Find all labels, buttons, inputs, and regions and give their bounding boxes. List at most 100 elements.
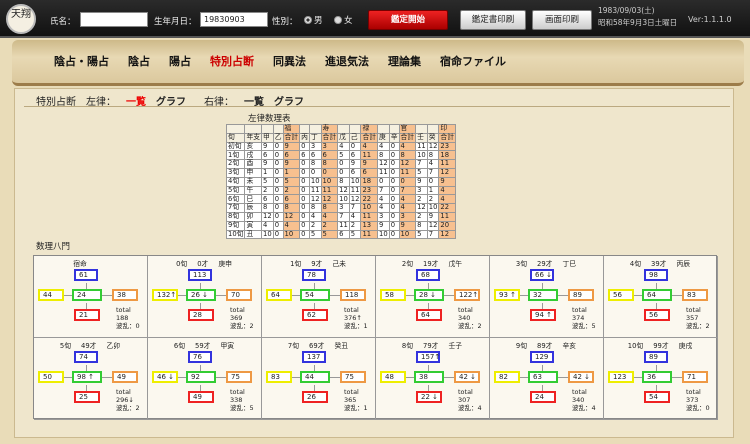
radio-male-dot[interactable] xyxy=(304,16,312,24)
connector-line xyxy=(672,377,682,378)
table-cell: 7 xyxy=(398,185,417,196)
stat-line: 波乱：0 xyxy=(116,322,140,330)
south-box: 22 ↓ xyxy=(416,391,442,403)
north-box: 129 xyxy=(530,351,554,363)
cell-stats: total 374 波乱：5 xyxy=(572,306,596,330)
table-cell: 2 xyxy=(415,211,428,222)
table-cell: 0 xyxy=(272,211,284,222)
table-cell: 12 xyxy=(337,185,350,196)
name-input[interactable] xyxy=(80,12,148,27)
table-header: 丙 xyxy=(299,132,310,143)
cell-header-part: 乙卯 xyxy=(106,342,121,350)
nav-item[interactable]: 進退気法 xyxy=(325,53,369,69)
table-header: 合計 xyxy=(320,132,339,143)
cell-stats: total 365 波乱：1 xyxy=(344,388,368,412)
table-cell: 2 xyxy=(348,220,362,231)
west-box: 83 xyxy=(266,371,292,383)
table-cell: 6 xyxy=(360,167,379,178)
stat-line: total xyxy=(458,306,473,314)
table-cell: 12 xyxy=(438,229,456,240)
nav-item[interactable]: 陰占 xyxy=(128,53,150,69)
nav-item[interactable]: 同異法 xyxy=(273,53,306,69)
center-box: 92 xyxy=(186,371,216,383)
yamon-cell: 4旬 39才 丙辰 98 56 64 83 56 total 357 波乱：2 xyxy=(604,256,718,338)
table-cell: 初旬 xyxy=(225,141,246,152)
table-cell: 0 xyxy=(272,176,284,187)
nav-item[interactable]: 陽占 xyxy=(169,53,191,69)
table-cell: 10 xyxy=(282,229,301,240)
connector-line xyxy=(634,295,642,296)
south-box: 21 xyxy=(74,309,100,321)
connector-line xyxy=(216,377,226,378)
table-cell: 11 xyxy=(398,167,417,178)
connector-line xyxy=(406,377,414,378)
south-box: 24 xyxy=(530,391,556,403)
center-box: 28 ↓ xyxy=(414,289,444,301)
radio-female-label: 女 xyxy=(344,16,353,26)
nav-item[interactable]: 理論集 xyxy=(388,53,421,69)
table-cell: 2 xyxy=(282,185,301,196)
stat-line: total xyxy=(458,388,473,396)
cell-header-part: 69才 xyxy=(309,342,325,350)
north-box: 61 xyxy=(74,269,98,281)
radio-male[interactable]: 男 xyxy=(304,14,323,26)
table-group-header xyxy=(348,124,362,134)
cell-header: 3旬 29才 丁巳 xyxy=(490,258,602,268)
table-row: 8旬卯 12 0 12 0 4 4 7 4 11 3 0 3 2 9 11 xyxy=(225,211,456,222)
table-cell: 0 xyxy=(299,185,310,196)
table-cell: 申 xyxy=(244,167,263,178)
start-reading-button[interactable]: 鑑定開始 xyxy=(368,10,448,30)
table-row: 3旬申 1 0 1 0 0 0 0 6 6 11 0 11 5 7 12 xyxy=(225,167,456,178)
table-cell: 0 xyxy=(272,167,284,178)
east-box: 38 xyxy=(112,289,138,301)
nav-item[interactable]: 宿命ファイル xyxy=(440,53,506,69)
table-cell: 10 xyxy=(348,176,362,187)
table-cell: 5 xyxy=(261,176,274,187)
print-screen-button[interactable]: 画面印刷 xyxy=(532,10,592,30)
yamon-cell: 宿命 61 44 24 38 21 total 188 波乱：0 xyxy=(34,256,148,338)
radio-female[interactable]: 女 xyxy=(334,14,353,26)
table-cell: 18 xyxy=(360,176,379,187)
table-cell: 7 xyxy=(377,185,390,196)
connector-line xyxy=(520,295,528,296)
stat-line: total xyxy=(686,388,701,396)
cell-header-part: 6旬 xyxy=(173,342,186,350)
center-box: 44 xyxy=(300,371,330,383)
table-cell: 4 xyxy=(337,141,350,152)
west-box: 44 xyxy=(38,289,64,301)
date-line1: 1983/09/03(土) xyxy=(598,6,655,15)
print-certificate-button[interactable]: 鑑定書印刷 xyxy=(460,10,526,30)
table-cell: 1 xyxy=(261,167,274,178)
table-cell: 0 xyxy=(299,220,310,231)
yamon-cell: 2旬 19才 戊午 68 58 28 ↓ 122↑ 64 total 340 波乱：2 xyxy=(376,256,490,338)
cell-header-part: 9旬 xyxy=(515,342,528,350)
radio-female-dot[interactable] xyxy=(334,16,342,24)
center-box: 38 xyxy=(414,371,444,383)
table-cell: 10 xyxy=(377,229,390,240)
table-cell: 3 xyxy=(308,141,322,152)
table-group-header xyxy=(299,124,310,134)
table-cell: 0 xyxy=(272,141,284,152)
south-box: 25 xyxy=(74,391,100,403)
south-box: 64 xyxy=(416,309,442,321)
table-cell: 5 xyxy=(348,229,362,240)
center-box: 36 xyxy=(642,371,672,383)
cell-stats: total 338 波乱：5 xyxy=(230,388,254,412)
table-cell: 0 xyxy=(377,176,390,187)
table-row: 9旬寅 4 0 4 0 2 2 11 2 13 9 0 9 8 12 20 xyxy=(225,220,456,231)
cell-header-part: 3旬 xyxy=(515,260,528,268)
nav-item[interactable]: 特別占断 xyxy=(210,53,254,69)
cell-header: 9旬 89才 辛亥 xyxy=(490,340,602,350)
nav-item[interactable]: 陰占・陽占 xyxy=(54,53,109,69)
table-cell: 12 xyxy=(261,211,274,222)
table-cell: 未 xyxy=(244,176,263,187)
table-cell: 0 xyxy=(272,229,284,240)
table-row: 5旬午 2 0 2 0 11 11 12 11 23 7 0 7 3 1 4 xyxy=(225,185,456,196)
stat-line: 340 xyxy=(572,396,585,404)
cell-header-part: 59才 xyxy=(195,342,211,350)
table-cell: 9 xyxy=(426,211,440,222)
east-box: 118 xyxy=(340,289,366,301)
birth-input[interactable]: 19830903 xyxy=(200,12,268,27)
table-cell: 3 xyxy=(415,185,428,196)
table-header: 乙 xyxy=(272,132,284,143)
